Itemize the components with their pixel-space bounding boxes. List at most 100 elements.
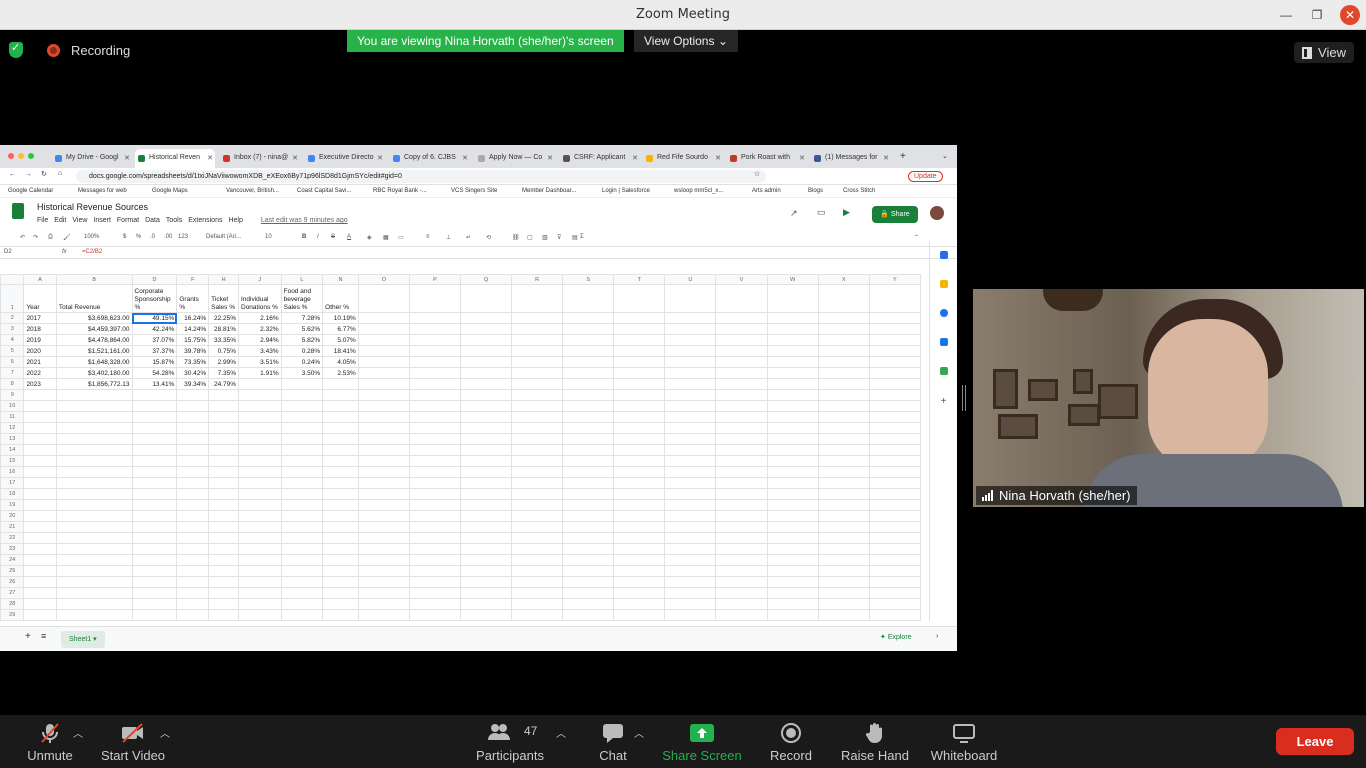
table-cell[interactable]: [131, 389, 178, 401]
table-cell[interactable]: [322, 477, 359, 489]
table-cell[interactable]: [766, 400, 819, 412]
table-cell[interactable]: [208, 587, 239, 599]
table-cell[interactable]: [715, 521, 768, 533]
browser-tab[interactable]: Executive Directo ✕: [305, 149, 385, 168]
table-cell[interactable]: [238, 433, 282, 445]
table-cell[interactable]: [664, 488, 717, 500]
table-cell[interactable]: [55, 620, 133, 621]
table-cell[interactable]: [613, 345, 666, 357]
borders-icon[interactable]: ▦: [383, 234, 389, 241]
table-cell[interactable]: [511, 532, 564, 544]
row-header[interactable]: 19: [0, 499, 25, 511]
table-cell[interactable]: [817, 356, 870, 368]
table-cell[interactable]: [562, 389, 615, 401]
table-cell[interactable]: [322, 521, 359, 533]
table-cell[interactable]: [131, 521, 178, 533]
spreadsheet-grid[interactable]: A B D F H J L N O P Q R S T U V W X Y 1 Year Total Revenue Cor…: [0, 274, 921, 621]
table-cell[interactable]: [613, 334, 666, 346]
table-cell[interactable]: [868, 455, 921, 467]
table-cell[interactable]: [176, 532, 210, 544]
table-cell[interactable]: [357, 444, 410, 456]
table-cell[interactable]: [664, 284, 717, 313]
table-cell[interactable]: [23, 477, 57, 489]
font-select[interactable]: Default (Ari...: [206, 234, 241, 240]
table-cell[interactable]: [715, 477, 768, 489]
table-cell[interactable]: [357, 532, 410, 544]
table-cell[interactable]: [176, 576, 210, 588]
close-tab-icon[interactable]: ✕: [883, 154, 889, 162]
table-cell[interactable]: [55, 554, 133, 566]
table-cell[interactable]: [459, 499, 513, 511]
table-cell[interactable]: 13.41%: [131, 378, 178, 390]
table-cell[interactable]: [766, 576, 819, 588]
table-cell[interactable]: [55, 609, 133, 621]
audio-options-icon[interactable]: ︿: [73, 725, 83, 740]
table-cell[interactable]: [55, 532, 133, 544]
table-cell[interactable]: [613, 389, 666, 401]
table-cell[interactable]: [322, 411, 359, 423]
table-cell[interactable]: [766, 466, 819, 478]
table-cell[interactable]: [408, 433, 461, 445]
contacts-icon[interactable]: [939, 338, 948, 346]
table-cell[interactable]: [664, 609, 717, 621]
reload-icon[interactable]: ↻: [41, 170, 47, 178]
table-cell[interactable]: [511, 488, 564, 500]
table-cell[interactable]: [562, 488, 615, 500]
table-cell[interactable]: [664, 323, 717, 335]
table-cell[interactable]: $1,648,328.00: [55, 356, 133, 368]
table-cell[interactable]: [613, 598, 666, 610]
table-cell[interactable]: [459, 433, 513, 445]
explore-button[interactable]: ✦ Explore: [880, 633, 912, 641]
table-cell[interactable]: [664, 554, 717, 566]
browser-tab[interactable]: Inbox (7) - nina@ ✕: [220, 149, 300, 168]
participants-button[interactable]: 47 Participants: [470, 722, 550, 763]
table-cell[interactable]: [868, 499, 921, 511]
table-cell[interactable]: [131, 576, 178, 588]
table-cell[interactable]: [511, 323, 564, 335]
table-cell[interactable]: [511, 466, 564, 478]
table-cell[interactable]: [408, 532, 461, 544]
table-cell[interactable]: [322, 576, 359, 588]
table-cell[interactable]: [766, 455, 819, 467]
table-cell[interactable]: [238, 378, 282, 390]
table-cell[interactable]: [280, 543, 324, 555]
forward-icon[interactable]: →: [25, 171, 32, 178]
table-cell[interactable]: [357, 378, 410, 390]
table-cell[interactable]: [357, 510, 410, 522]
table-cell[interactable]: [322, 400, 359, 412]
table-cell[interactable]: [131, 433, 178, 445]
table-cell[interactable]: [357, 411, 410, 423]
doc-title[interactable]: Historical Revenue Sources: [37, 202, 148, 212]
table-cell[interactable]: 5.82%: [280, 334, 324, 346]
table-cell[interactable]: [766, 444, 819, 456]
table-cell[interactable]: [817, 620, 870, 621]
table-cell[interactable]: [715, 389, 768, 401]
table-cell[interactable]: [817, 378, 870, 390]
table-cell[interactable]: 5.62%: [280, 323, 324, 335]
browser-tab[interactable]: Apply Now — Co ✕: [475, 149, 555, 168]
table-cell[interactable]: [208, 543, 239, 555]
table-cell[interactable]: [280, 400, 324, 412]
table-cell[interactable]: [131, 565, 178, 577]
table-cell[interactable]: [868, 565, 921, 577]
table-cell[interactable]: [55, 444, 133, 456]
table-cell[interactable]: [131, 466, 178, 478]
table-cell[interactable]: [715, 587, 768, 599]
table-cell[interactable]: [715, 312, 768, 324]
close-tab-icon[interactable]: ✕: [462, 154, 468, 162]
table-cell[interactable]: 2018: [23, 323, 57, 335]
table-cell[interactable]: [322, 587, 359, 599]
table-cell[interactable]: [715, 367, 768, 379]
table-cell[interactable]: [613, 284, 666, 313]
table-cell[interactable]: [562, 422, 615, 434]
table-cell[interactable]: [766, 532, 819, 544]
table-cell[interactable]: [322, 422, 359, 434]
add-sheet-icon[interactable]: +: [25, 631, 31, 642]
table-cell[interactable]: [357, 598, 410, 610]
table-cell[interactable]: [23, 444, 57, 456]
bookmark-item[interactable]: Coast Capital Savi...: [297, 188, 351, 194]
table-cell[interactable]: [664, 521, 717, 533]
table-cell[interactable]: [459, 554, 513, 566]
row-header[interactable]: 5: [0, 345, 25, 357]
table-cell[interactable]: [664, 400, 717, 412]
